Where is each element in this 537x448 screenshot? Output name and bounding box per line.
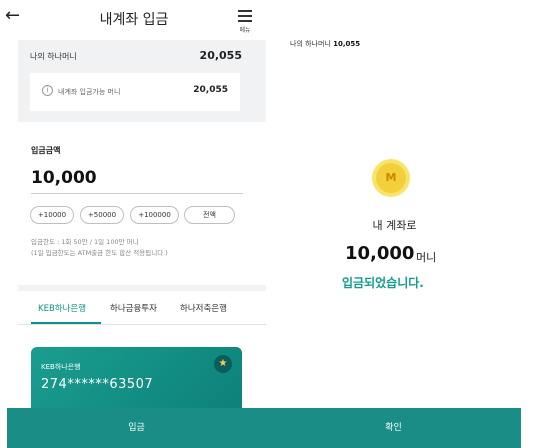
result-wallet-value: 10,055 <box>333 40 361 48</box>
hamburger-icon-bar <box>238 15 252 17</box>
tab-divider <box>18 324 266 325</box>
result-wallet-label: 나의 하나머니 <box>290 40 331 48</box>
amount-input[interactable]: 10,000 <box>31 168 97 188</box>
header: ← 내계좌 입금 메뉴 <box>0 0 268 40</box>
tab-hana-investment[interactable]: 하나금융투자 <box>110 302 157 314</box>
tab-hana-savings-bank[interactable]: 하나저축은행 <box>180 302 227 314</box>
deposit-button[interactable]: 입금 <box>7 408 266 448</box>
result-unit: 머니 <box>416 251 437 264</box>
card-account-number: 274******63507 <box>41 377 154 392</box>
hamburger-icon-bar <box>238 20 252 22</box>
menu-button[interactable]: 메뉴 <box>236 10 254 38</box>
section-divider <box>18 285 266 291</box>
amount-label: 입금금액 <box>31 146 61 155</box>
page-title: 내계좌 입금 <box>99 12 169 28</box>
wallet-panel: 나의 하나머니 20,055 i 내계좌 입금가능 머니 20,055 <box>18 40 266 122</box>
hamburger-icon <box>238 10 252 12</box>
wallet-value: 20,055 <box>199 49 242 62</box>
coin-icon: M <box>372 159 410 197</box>
available-label: 내계좌 입금가능 머니 <box>58 88 121 96</box>
coin-symbol: M <box>376 163 406 193</box>
menu-label: 메뉴 <box>239 27 251 34</box>
limit-text-2: (1일 입금한도는 ATM출금 한도 합산 적용됩니다.) <box>31 249 168 257</box>
amount-underline <box>31 193 243 194</box>
star-icon[interactable]: ★ <box>214 355 232 373</box>
limit-text-1: 입금한도 : 1회 50만 / 1일 100만 머니 <box>31 238 139 246</box>
available-box: i 내계좌 입금가능 머니 20,055 <box>30 73 240 111</box>
result-done-message: 입금되었습니다. <box>342 276 424 290</box>
result-message-line1: 내 계좌로 <box>372 219 417 232</box>
confirm-button[interactable]: 확인 <box>266 408 521 448</box>
tab-keb-hana-bank[interactable]: KEB하나은행 <box>38 302 86 314</box>
result-wallet: 나의 하나머니 10,055 <box>290 39 360 49</box>
available-value: 20,055 <box>193 85 228 95</box>
info-icon[interactable]: i <box>42 85 53 96</box>
card-bank-name: KEB하나은행 <box>41 363 81 371</box>
result-amount: 10,000 <box>345 243 415 264</box>
wallet-label: 나의 하나머니 <box>30 52 77 61</box>
